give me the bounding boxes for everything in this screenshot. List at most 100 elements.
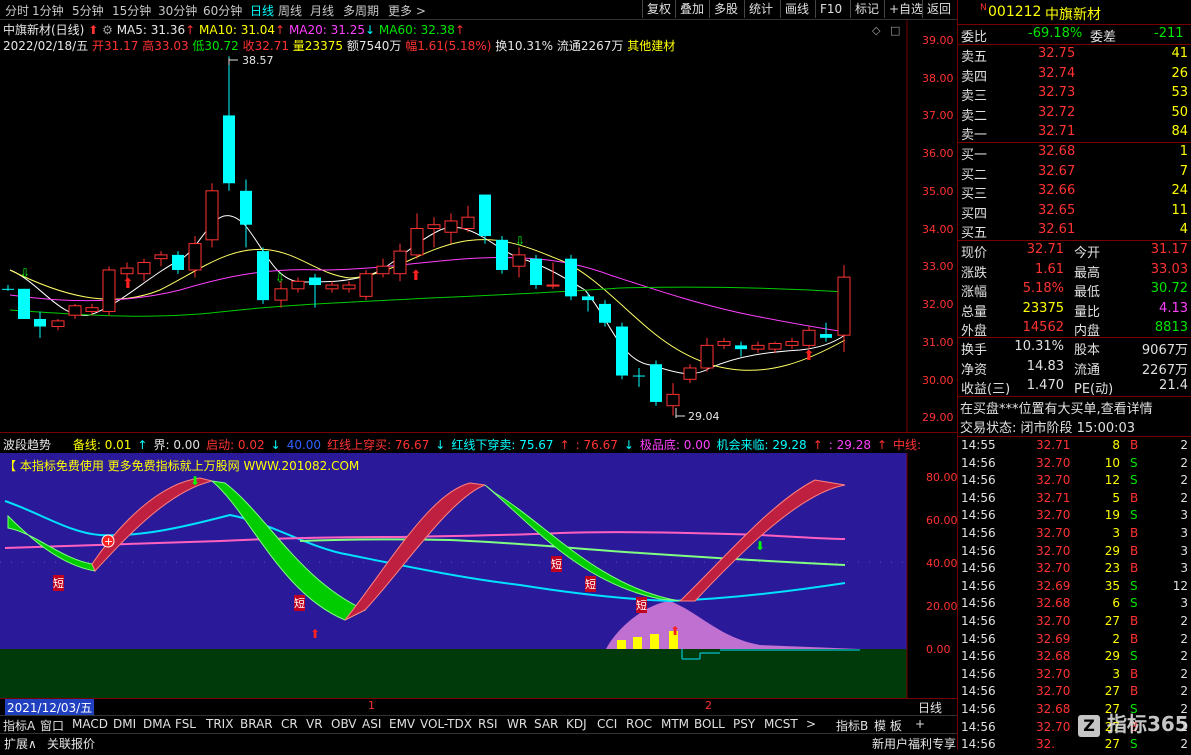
stat-value: 14.83 (1026, 358, 1064, 374)
mark-button[interactable]: 标记 (850, 0, 883, 18)
candle-body (2, 288, 14, 290)
order-volume: 84 (1171, 124, 1188, 139)
tab-dmi[interactable]: DMI (113, 717, 136, 731)
y-axis-label: 33.00 (922, 260, 954, 273)
tab-brar[interactable]: BRAR (240, 717, 273, 731)
stats-button[interactable]: 统计 (744, 0, 777, 18)
tab-month[interactable]: 月线 (310, 2, 334, 19)
tab-roc[interactable]: ROC (626, 717, 652, 731)
tick-row: 14:56 32.70 27 B 2 (958, 684, 1191, 702)
tab-indicator-b[interactable]: 指标B (836, 717, 868, 734)
tab-rsi[interactable]: RSI (478, 717, 498, 731)
up-arrow-icon: ↑ (454, 23, 465, 37)
stat-label: 现价 (961, 246, 988, 261)
tab-fenshi[interactable]: 分时 (5, 2, 29, 19)
order-row[interactable]: 卖三 32.73 53 (958, 85, 1191, 104)
tab-macd[interactable]: MACD (72, 717, 108, 731)
order-row[interactable]: 卖五 32.75 41 (958, 46, 1191, 65)
fuquan-button[interactable]: 复权 (642, 0, 675, 18)
tabs-scroll-right[interactable]: > (806, 717, 816, 731)
candle-body (34, 318, 46, 327)
candle-body (616, 326, 628, 376)
back-button[interactable]: 返回 (922, 0, 955, 18)
multi-stock-button[interactable]: 多股 (709, 0, 742, 18)
tick-price: 32.70 (1036, 455, 1071, 470)
tab-boll[interactable]: BOLL (694, 717, 725, 731)
tab-indicator-a[interactable]: 指标A (3, 717, 35, 734)
overlay-button[interactable]: 叠加 (675, 0, 708, 18)
order-row[interactable]: 买三 32.66 24 (958, 183, 1191, 202)
tab-30min[interactable]: 30分钟 (158, 2, 197, 19)
tab-fsl[interactable]: FSL (175, 717, 196, 731)
tab-mtm[interactable]: MTM (661, 717, 689, 731)
tab-week[interactable]: 周线 (278, 2, 302, 19)
indicator-value: 极品底: 0.00 (639, 438, 711, 452)
buy-arrow-icon: ⬆ (410, 268, 422, 284)
stat-label: 收益(三) (961, 382, 1011, 397)
order-row[interactable]: 买五 32.61 4 (958, 222, 1191, 241)
stat-value: 21.4 (1159, 378, 1188, 393)
date-axis: 2021/12/03/五 1 2 日线 (0, 698, 957, 716)
tab-dma[interactable]: DMA (143, 717, 171, 731)
settings-icon[interactable]: ⚙ (102, 23, 113, 37)
tab-5min[interactable]: 5分钟 (72, 2, 104, 19)
tab-kdj[interactable]: KDJ (566, 717, 587, 731)
tab-window[interactable]: 窗口 (40, 717, 64, 734)
add-indicator-button[interactable]: + (915, 717, 925, 731)
order-row[interactable]: 卖一 32.71 84 (958, 124, 1191, 143)
tick-side: B (1130, 666, 1139, 681)
tab-60min[interactable]: 60分钟 (203, 2, 242, 19)
tab-psy[interactable]: PSY (733, 717, 755, 731)
stat-label: 量比 (1074, 304, 1101, 320)
tab-vol-tdx[interactable]: VOL-TDX (420, 717, 472, 731)
tick-volume: 29 (1104, 649, 1120, 664)
tab-mcst[interactable]: MCST (764, 717, 798, 731)
order-price: 32.65 (1038, 202, 1076, 218)
bar-info: 2022/02/18/五 开31.17 高33.03 低30.72 收32.71… (3, 37, 675, 54)
diamond-icon[interactable]: ◇ (872, 24, 880, 37)
tab-template[interactable]: 模 板 (874, 717, 902, 734)
big-order-notice[interactable]: 在买盘***位置有大买单,查看详情 (958, 398, 1191, 417)
y-axis-label: 60.00 (926, 514, 958, 527)
add-favorite-button[interactable]: +自选 (884, 0, 927, 18)
expand-icon[interactable]: □ (890, 24, 900, 37)
indicator-name[interactable]: 波段趋势 (3, 438, 51, 452)
indicator-value: 界: 0.00 (153, 438, 201, 452)
expand-button[interactable]: 扩展∧ (4, 735, 37, 752)
tick-count: 3 (1180, 596, 1188, 611)
tab-wr[interactable]: WR (507, 717, 527, 731)
order-row[interactable]: 买一 32.68 1 (958, 144, 1191, 163)
tick-price: 32.71 (1036, 490, 1071, 505)
tab-more[interactable]: 更多 > (388, 2, 426, 19)
order-row[interactable]: 买二 32.67 7 (958, 164, 1191, 183)
related-quote-button[interactable]: 关联报价 (47, 735, 95, 752)
tab-cci[interactable]: CCI (597, 717, 617, 731)
order-row[interactable]: 卖二 32.72 50 (958, 105, 1191, 124)
stat-row: 收益(三) 1.470 PE(动) 21.4 (958, 378, 1191, 397)
tab-multi-period[interactable]: 多周期 (343, 2, 379, 19)
order-row[interactable]: 买四 32.65 11 (958, 203, 1191, 222)
order-volume: 26 (1171, 65, 1188, 81)
indicator-pane[interactable]: 波段趋势 备线: 0.01 ↑ 界: 0.00 启动: 0.02 ↓ 40.00 红线上穿买… (0, 433, 958, 698)
f10-button[interactable]: F10 (815, 0, 846, 18)
tab-vr[interactable]: VR (306, 717, 323, 731)
tab-obv[interactable]: OBV (331, 717, 357, 731)
tab-day[interactable]: 日线 (250, 2, 274, 19)
tab-trix[interactable]: TRIX (206, 717, 233, 731)
kline-chart[interactable]: ⬆ ⬆ ⬆ ⇩ ⇩ ⇩ 38.57 29.04 中旗新材(日线) ⬆ ⚙ MA5… (0, 20, 957, 432)
tick-row: 14:56 32.71 5 B 2 (958, 491, 1191, 509)
draw-line-button[interactable]: 画线 (780, 0, 813, 18)
order-price: 32.72 (1038, 104, 1076, 120)
tab-15min[interactable]: 15分钟 (112, 2, 151, 19)
new-user-benefit-link[interactable]: 新用户福利专享 (872, 735, 956, 752)
tab-cr[interactable]: CR (281, 717, 298, 731)
tick-row: 14:56 32.70 23 B 3 (958, 561, 1191, 579)
candle-body (188, 243, 202, 271)
order-row[interactable]: 卖四 32.74 26 (958, 66, 1191, 85)
tab-sar[interactable]: SAR (534, 717, 558, 731)
indicator-banner[interactable]: 【 本指标免费使用 更多免费指标就上万股网 WWW.201082.COM (4, 457, 359, 474)
tab-asi[interactable]: ASI (362, 717, 381, 731)
tab-emv[interactable]: EMV (389, 717, 415, 731)
notice-text: 在买盘***位置有大买单,查看详情 (960, 402, 1153, 417)
tab-1min[interactable]: 1分钟 (32, 2, 64, 19)
